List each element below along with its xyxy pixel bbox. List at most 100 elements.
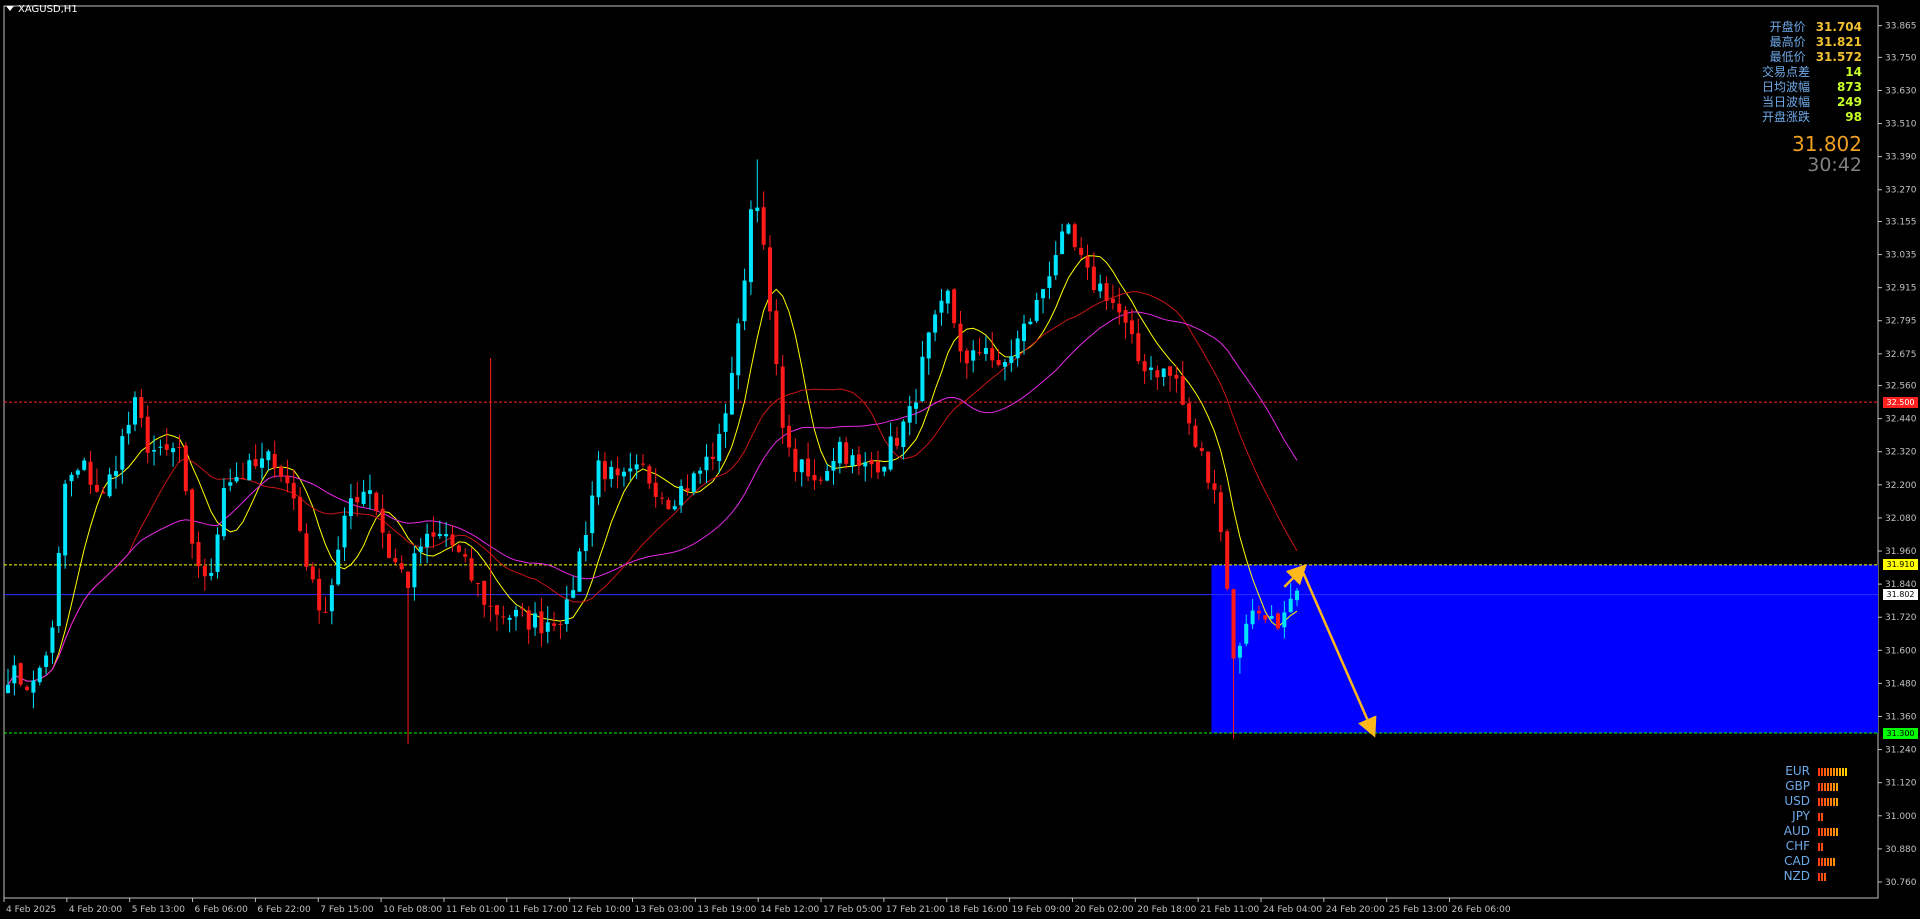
candle[interactable] (729, 356, 734, 416)
candle[interactable] (437, 520, 442, 539)
candle[interactable] (1123, 306, 1128, 339)
candle[interactable] (571, 576, 576, 599)
candle[interactable] (63, 479, 68, 569)
candle[interactable] (1072, 222, 1077, 251)
candle[interactable] (12, 655, 17, 696)
candle[interactable] (50, 620, 55, 664)
candle[interactable] (425, 523, 430, 564)
candle[interactable] (56, 546, 61, 633)
candle[interactable] (825, 463, 830, 482)
candle[interactable] (1085, 244, 1090, 281)
candle[interactable] (1009, 339, 1014, 372)
candle[interactable] (323, 596, 328, 614)
candle[interactable] (1117, 287, 1122, 325)
candle[interactable] (856, 446, 861, 476)
candle[interactable] (1168, 366, 1173, 392)
candle[interactable] (1053, 241, 1058, 280)
candle[interactable] (952, 287, 957, 328)
candle[interactable] (831, 448, 836, 485)
candle[interactable] (240, 462, 245, 480)
candle[interactable] (107, 467, 112, 498)
candle[interactable] (748, 200, 753, 295)
candle[interactable] (628, 452, 633, 481)
candle[interactable] (209, 558, 214, 581)
candle[interactable] (672, 499, 677, 511)
candle[interactable] (812, 459, 817, 490)
candle[interactable] (202, 558, 207, 591)
candlestick-chart[interactable]: 33.865 33.750 33.630 33.510 33.390 33.270 33.1… (0, 0, 1920, 919)
candle[interactable] (75, 468, 80, 479)
candle[interactable] (793, 438, 798, 482)
candle[interactable] (329, 578, 334, 625)
candle[interactable] (806, 442, 811, 482)
candle[interactable] (609, 460, 614, 488)
candle[interactable] (1047, 261, 1052, 299)
candle[interactable] (621, 467, 626, 487)
candle[interactable] (139, 388, 144, 428)
candle[interactable] (1091, 252, 1096, 294)
candle[interactable] (666, 497, 671, 511)
candle[interactable] (1022, 314, 1026, 355)
candle[interactable] (1129, 308, 1134, 344)
candle[interactable] (641, 454, 645, 468)
candle[interactable] (1136, 318, 1141, 365)
candle[interactable] (336, 536, 341, 587)
candle[interactable] (1104, 276, 1109, 310)
dropdown-triangle-icon[interactable] (6, 6, 14, 11)
candle[interactable] (875, 450, 880, 479)
candle[interactable] (583, 521, 588, 562)
candle[interactable] (1193, 418, 1198, 449)
candle[interactable] (660, 491, 665, 505)
candle[interactable] (704, 444, 709, 484)
candle[interactable] (355, 481, 360, 517)
candle[interactable] (1066, 222, 1071, 235)
candle[interactable] (507, 614, 512, 633)
candle[interactable] (228, 468, 233, 492)
candle[interactable] (552, 611, 557, 632)
candle[interactable] (69, 472, 74, 497)
candle[interactable] (266, 449, 271, 471)
candle[interactable] (1199, 441, 1204, 457)
candle[interactable] (1155, 365, 1160, 390)
candle[interactable] (196, 531, 201, 578)
candle[interactable] (126, 411, 131, 445)
candle[interactable] (888, 422, 893, 472)
candle[interactable] (6, 668, 10, 694)
candle[interactable] (463, 548, 468, 563)
candle[interactable] (488, 357, 493, 622)
candle[interactable] (996, 349, 1001, 367)
candle[interactable] (736, 318, 741, 390)
candle[interactable] (914, 388, 919, 424)
candle[interactable] (1060, 223, 1065, 255)
candle[interactable] (221, 478, 226, 541)
candle[interactable] (723, 403, 728, 448)
candle[interactable] (710, 442, 715, 471)
candle[interactable] (863, 451, 868, 482)
candle[interactable] (698, 467, 703, 484)
candle[interactable] (1161, 368, 1166, 387)
candle[interactable] (717, 423, 722, 474)
candle[interactable] (190, 487, 195, 559)
candle[interactable] (1041, 288, 1046, 314)
candle[interactable] (494, 604, 499, 632)
candle[interactable] (120, 428, 125, 484)
candle[interactable] (94, 468, 99, 493)
candle[interactable] (444, 522, 449, 547)
candle[interactable] (101, 486, 106, 494)
candle[interactable] (882, 466, 887, 477)
candle[interactable] (647, 464, 652, 490)
candle[interactable] (298, 487, 303, 533)
candle[interactable] (545, 606, 550, 644)
candle[interactable] (1015, 330, 1020, 367)
candle[interactable] (1180, 361, 1185, 406)
candle[interactable] (406, 571, 411, 745)
candle[interactable] (133, 391, 137, 432)
candle[interactable] (844, 437, 849, 469)
candle[interactable] (564, 585, 569, 632)
candle[interactable] (939, 289, 944, 326)
candle[interactable] (590, 481, 595, 547)
candle[interactable] (1276, 612, 1280, 631)
candle[interactable] (971, 340, 976, 373)
candle[interactable] (768, 235, 772, 320)
candle[interactable] (482, 580, 487, 618)
